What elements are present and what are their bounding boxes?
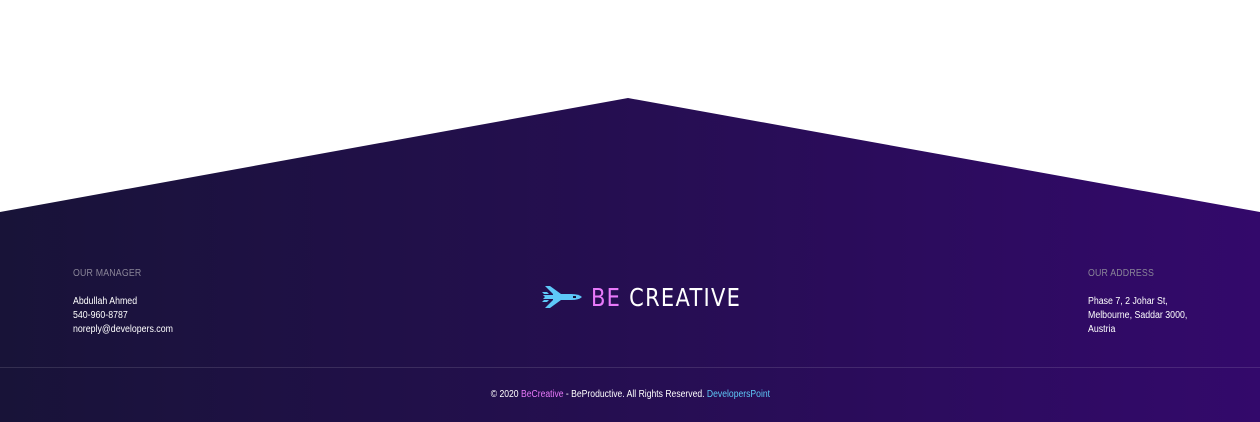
manager-phone[interactable]: 540-960-8787 xyxy=(73,309,173,323)
developerspoint-link[interactable]: DevelopersPoint xyxy=(707,389,770,400)
address-line-1: Phase 7, 2 Johar St, xyxy=(1088,296,1168,307)
manager-email[interactable]: noreply@developers.com xyxy=(73,323,173,337)
manager-heading: OUR MANAGER xyxy=(73,268,142,279)
footer-background xyxy=(0,98,1260,422)
copyright-bar: © 2020 BeCreative - BeProductive. All Ri… xyxy=(0,389,1260,400)
brand-part-be: BE xyxy=(591,282,622,312)
copyright-text: © 2020 BeCreative - BeProductive. All Ri… xyxy=(490,389,769,400)
address-line-2: Melbourne, Saddar 3000, xyxy=(1088,310,1188,321)
becreative-link[interactable]: BeCreative xyxy=(521,389,564,400)
copyright-middle: - BeProductive. All Rights Reserved. xyxy=(563,389,707,400)
brand-logo[interactable]: BE CREATIVE xyxy=(541,282,770,312)
page: OUR MANAGER Abdullah Ahmed 540-960-8787 … xyxy=(0,0,1260,422)
address-line-3: Austria xyxy=(1088,324,1116,335)
address-heading: OUR ADDRESS xyxy=(1088,268,1154,279)
address-section: OUR ADDRESS Phase 7, 2 Johar St, Melbour… xyxy=(1088,268,1201,337)
space-shuttle-icon xyxy=(542,286,582,308)
manager-section: OUR MANAGER Abdullah Ahmed 540-960-8787 … xyxy=(73,268,187,337)
manager-name: Abdullah Ahmed xyxy=(73,296,138,307)
brand-text: BE CREATIVE xyxy=(591,283,741,312)
footer-divider xyxy=(0,367,1260,368)
brand-part-creative: CREATIVE xyxy=(629,282,742,312)
copyright-prefix: © 2020 xyxy=(490,389,521,400)
